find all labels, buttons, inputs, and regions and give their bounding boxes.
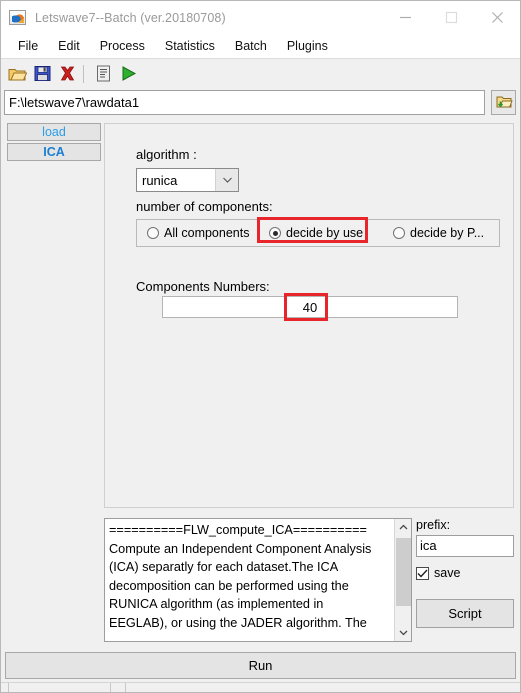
run-button[interactable]: Run (5, 652, 516, 679)
path-input[interactable]: F:\letswave7\rawdata1 (4, 90, 485, 115)
sidebar-item-load[interactable]: load (7, 123, 101, 141)
description-scrollbar[interactable] (394, 519, 411, 641)
run-icon[interactable] (117, 63, 139, 85)
radio-decide-by-p[interactable]: decide by P... (373, 220, 499, 246)
toolbar-separator (83, 64, 84, 83)
chevron-down-icon[interactable] (395, 624, 411, 641)
save-icon[interactable] (31, 63, 53, 85)
status-divider (125, 683, 126, 692)
browse-folder-icon[interactable] (491, 90, 516, 115)
radio-decide-by-use-label: decide by use (286, 226, 364, 240)
chevron-up-icon[interactable] (395, 519, 411, 536)
title-bar: Letswave7--Batch (ver.20180708) (1, 1, 520, 34)
algorithm-select[interactable]: runica (136, 168, 239, 192)
maximize-icon[interactable] (428, 1, 474, 34)
menu-bar: File Edit Process Statistics Batch Plugi… (1, 34, 520, 59)
list-icon[interactable] (92, 63, 114, 85)
algorithm-value: runica (142, 172, 178, 188)
window-controls (382, 1, 520, 34)
description-box[interactable]: ==========FLW_compute_ICA========== Comp… (104, 518, 412, 642)
menu-item-statistics[interactable]: Statistics (155, 37, 225, 55)
toolbar (1, 60, 520, 87)
components-numbers-input[interactable]: 40 (162, 296, 458, 318)
components-numbers-value: 40 (302, 299, 318, 315)
sidebar-item-ica[interactable]: ICA (7, 143, 101, 161)
menu-item-batch[interactable]: Batch (225, 37, 277, 55)
description-text: ==========FLW_compute_ICA========== Comp… (109, 523, 372, 630)
radio-decide-by-use-indicator (269, 227, 281, 239)
output-options-panel: prefix: ica save Script (416, 518, 516, 642)
sidebar: load ICA (7, 123, 101, 163)
open-folder-icon[interactable] (6, 63, 28, 85)
radio-all-components-indicator (147, 227, 159, 239)
radio-all-components[interactable]: All components (137, 220, 261, 246)
save-checkbox[interactable] (416, 566, 429, 580)
menu-item-file[interactable]: File (8, 37, 48, 55)
ica-settings-panel: algorithm : runica number of components:… (104, 123, 514, 508)
status-divider (8, 683, 9, 692)
save-label: save (434, 566, 461, 580)
radio-decide-by-p-label: decide by P... (410, 226, 485, 240)
scrollbar-thumb[interactable] (396, 538, 411, 606)
save-checkbox-row[interactable]: save (416, 566, 516, 580)
number-of-components-radio-group: All components decide by use decide by P… (136, 219, 500, 247)
status-bar (1, 682, 520, 692)
status-divider (110, 683, 111, 692)
menu-item-edit[interactable]: Edit (48, 37, 90, 55)
close-icon[interactable] (474, 1, 520, 34)
radio-decide-by-p-indicator (393, 227, 405, 239)
application-window: Letswave7--Batch (ver.20180708) File Edi… (0, 0, 521, 693)
window-title: Letswave7--Batch (ver.20180708) (35, 10, 226, 25)
algorithm-label: algorithm : (136, 147, 197, 162)
menu-item-process[interactable]: Process (90, 37, 155, 55)
minimize-icon[interactable] (382, 1, 428, 34)
script-button[interactable]: Script (416, 599, 514, 628)
radio-all-components-label: All components (164, 226, 250, 240)
number-of-components-label: number of components: (136, 199, 273, 214)
components-numbers-label: Components Numbers: (136, 279, 270, 294)
path-row: F:\letswave7\rawdata1 (1, 88, 520, 118)
prefix-label: prefix: (416, 518, 451, 532)
menu-item-plugins[interactable]: Plugins (277, 37, 338, 55)
delete-icon[interactable] (56, 63, 78, 85)
matlab-app-icon (9, 10, 26, 25)
prefix-input[interactable]: ica (416, 535, 514, 557)
radio-decide-by-use[interactable]: decide by use (261, 220, 373, 246)
chevron-down-icon[interactable] (215, 169, 238, 191)
